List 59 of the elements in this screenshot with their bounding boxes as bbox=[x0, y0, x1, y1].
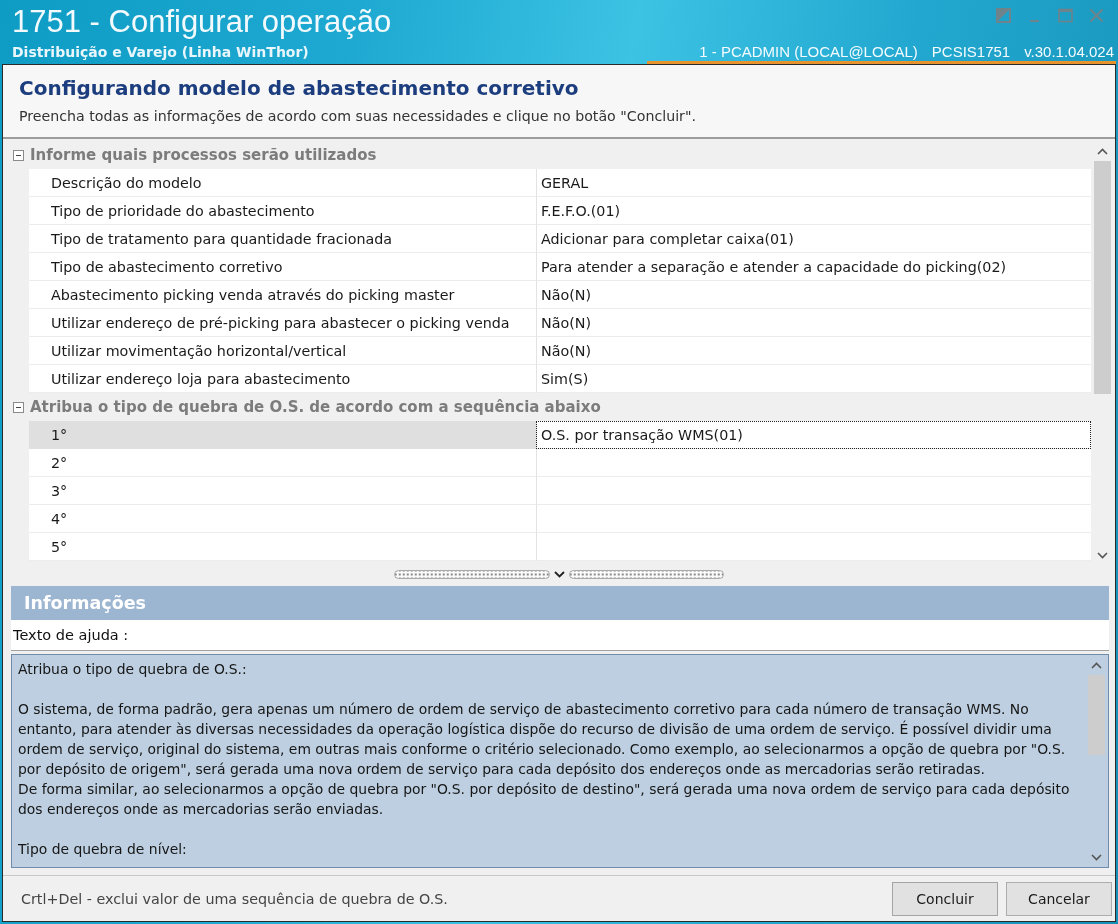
property-value-field[interactable]: Sim(S) bbox=[536, 365, 1091, 393]
chevron-down-icon bbox=[1097, 551, 1108, 559]
cancel-button[interactable]: Cancelar bbox=[1006, 881, 1112, 916]
group-title: Atribua o tipo de quebra de O.S. de acordo com a sequência abaixo bbox=[30, 398, 601, 416]
property-name[interactable]: Abastecimento picking venda através do picking master bbox=[29, 281, 536, 309]
session-user: 1 - PCADMIN (LOCAL@LOCAL) bbox=[699, 43, 918, 60]
help-label: Texto de ajuda : bbox=[11, 620, 1109, 651]
group-title: Informe quais processos serão utilizados bbox=[30, 146, 377, 164]
property-value-field[interactable] bbox=[536, 533, 1091, 561]
property-value-field[interactable]: Não(N) bbox=[536, 309, 1091, 337]
chevron-down-icon bbox=[553, 570, 565, 578]
grip-dots-icon bbox=[568, 569, 724, 579]
collapse-icon[interactable] bbox=[13, 401, 24, 413]
shortcut-hint: Crtl+Del - exclui valor de uma sequência de quebra de O.S. bbox=[21, 890, 449, 907]
property-name[interactable]: Utilizar endereço de pré-picking para abastecer o picking venda bbox=[29, 309, 536, 337]
instructions-text: Preencha todas as informações de acordo com suas necessidades e clique no botão "Concluir". bbox=[19, 108, 697, 124]
chevron-up-icon bbox=[1097, 147, 1108, 155]
chevron-up-icon bbox=[1091, 661, 1102, 669]
info-panel-title: Informações bbox=[11, 586, 1109, 620]
help-paragraph: Atribua o tipo de quebra de O.S.: bbox=[18, 660, 248, 679]
help-text-area[interactable] bbox=[11, 654, 1109, 868]
property-name[interactable]: 1° bbox=[29, 421, 536, 449]
property-value-field[interactable]: Não(N) bbox=[536, 337, 1091, 365]
property-name[interactable]: 3° bbox=[29, 477, 536, 505]
property-name[interactable]: Utilizar movimentação horizontal/vertical bbox=[29, 337, 536, 365]
property-value-field[interactable]: Não(N) bbox=[536, 281, 1091, 309]
property-name[interactable]: 4° bbox=[29, 505, 536, 533]
property-value-field[interactable]: F.E.F.O.(01) bbox=[536, 197, 1091, 225]
property-name[interactable]: 5° bbox=[29, 533, 536, 561]
property-name[interactable]: Tipo de prioridade do abastecimento bbox=[29, 197, 536, 225]
close-icon[interactable] bbox=[1089, 8, 1104, 23]
confirm-button[interactable]: Concluir bbox=[892, 881, 998, 916]
property-value-field[interactable] bbox=[536, 505, 1091, 533]
property-name[interactable]: 2° bbox=[29, 449, 536, 477]
scrollbar-thumb[interactable] bbox=[1094, 161, 1111, 394]
property-value-field[interactable]: Adicionar para completar caixa(01) bbox=[536, 225, 1091, 253]
window-title: 1751 - Configurar operação bbox=[12, 5, 392, 39]
page-heading: Configurando modelo de abastecimento corretivo bbox=[19, 76, 580, 100]
help-paragraph: O sistema, de forma padrão, gera apenas um número de ordem de serviço de abastecimento corretivo para cada número de transação WMS. No entanto, para atender às diversas necessidades da operação logística dispõe do recurso de divisão de uma ordem de serviço. É possível dividir uma ordem de serviço, original do sistema, em outras mais conforme o critério selecionado. Como exemplo, ao selecionarmos a opção de quebra por "O.S. por depósito de origem", será gerada uma nova ordem de serviço para cada depósito dos endereços onde as mercadorias serão retiradas. bbox=[18, 700, 1067, 779]
property-name[interactable]: Tipo de tratamento para quantidade fracionada bbox=[29, 225, 536, 253]
property-value-field[interactable]: Para atender a separação e atender a capacidade do picking(02) bbox=[536, 253, 1091, 281]
help-paragraph: Tipo de quebra de nível: bbox=[18, 840, 188, 859]
property-name[interactable]: Utilizar endereço loja para abastecimento bbox=[29, 365, 536, 393]
property-name[interactable]: Descrição do modelo bbox=[29, 169, 536, 197]
grip-dots-icon bbox=[394, 569, 550, 579]
splitter-handle[interactable] bbox=[392, 568, 726, 580]
program-code: PCSIS1751 bbox=[931, 43, 1011, 60]
property-value-field[interactable] bbox=[536, 477, 1091, 505]
collapse-icon[interactable] bbox=[13, 149, 24, 161]
help-paragraph: De forma similar, ao selecionarmos a opção de quebra por "O.S. por depósito de destino", será gerada uma nova ordem de serviço para cada depósito dos endereços onde as mercadorias serão enviadas. bbox=[18, 780, 1071, 819]
property-value-field[interactable]: O.S. por transação WMS(01) bbox=[536, 421, 1091, 449]
version-label: v.30.1.04.024 bbox=[1024, 43, 1114, 60]
maximize-icon[interactable] bbox=[1058, 8, 1073, 23]
half-filled-square-icon[interactable] bbox=[996, 8, 1011, 23]
window-subtitle: Distribuição e Varejo (Linha WinThor) bbox=[12, 44, 310, 60]
property-value-field[interactable] bbox=[536, 449, 1091, 477]
property-name[interactable]: Tipo de abastecimento corretivo bbox=[29, 253, 536, 281]
property-value-field[interactable]: GERAL bbox=[536, 169, 1091, 197]
chevron-down-icon bbox=[1091, 853, 1102, 861]
